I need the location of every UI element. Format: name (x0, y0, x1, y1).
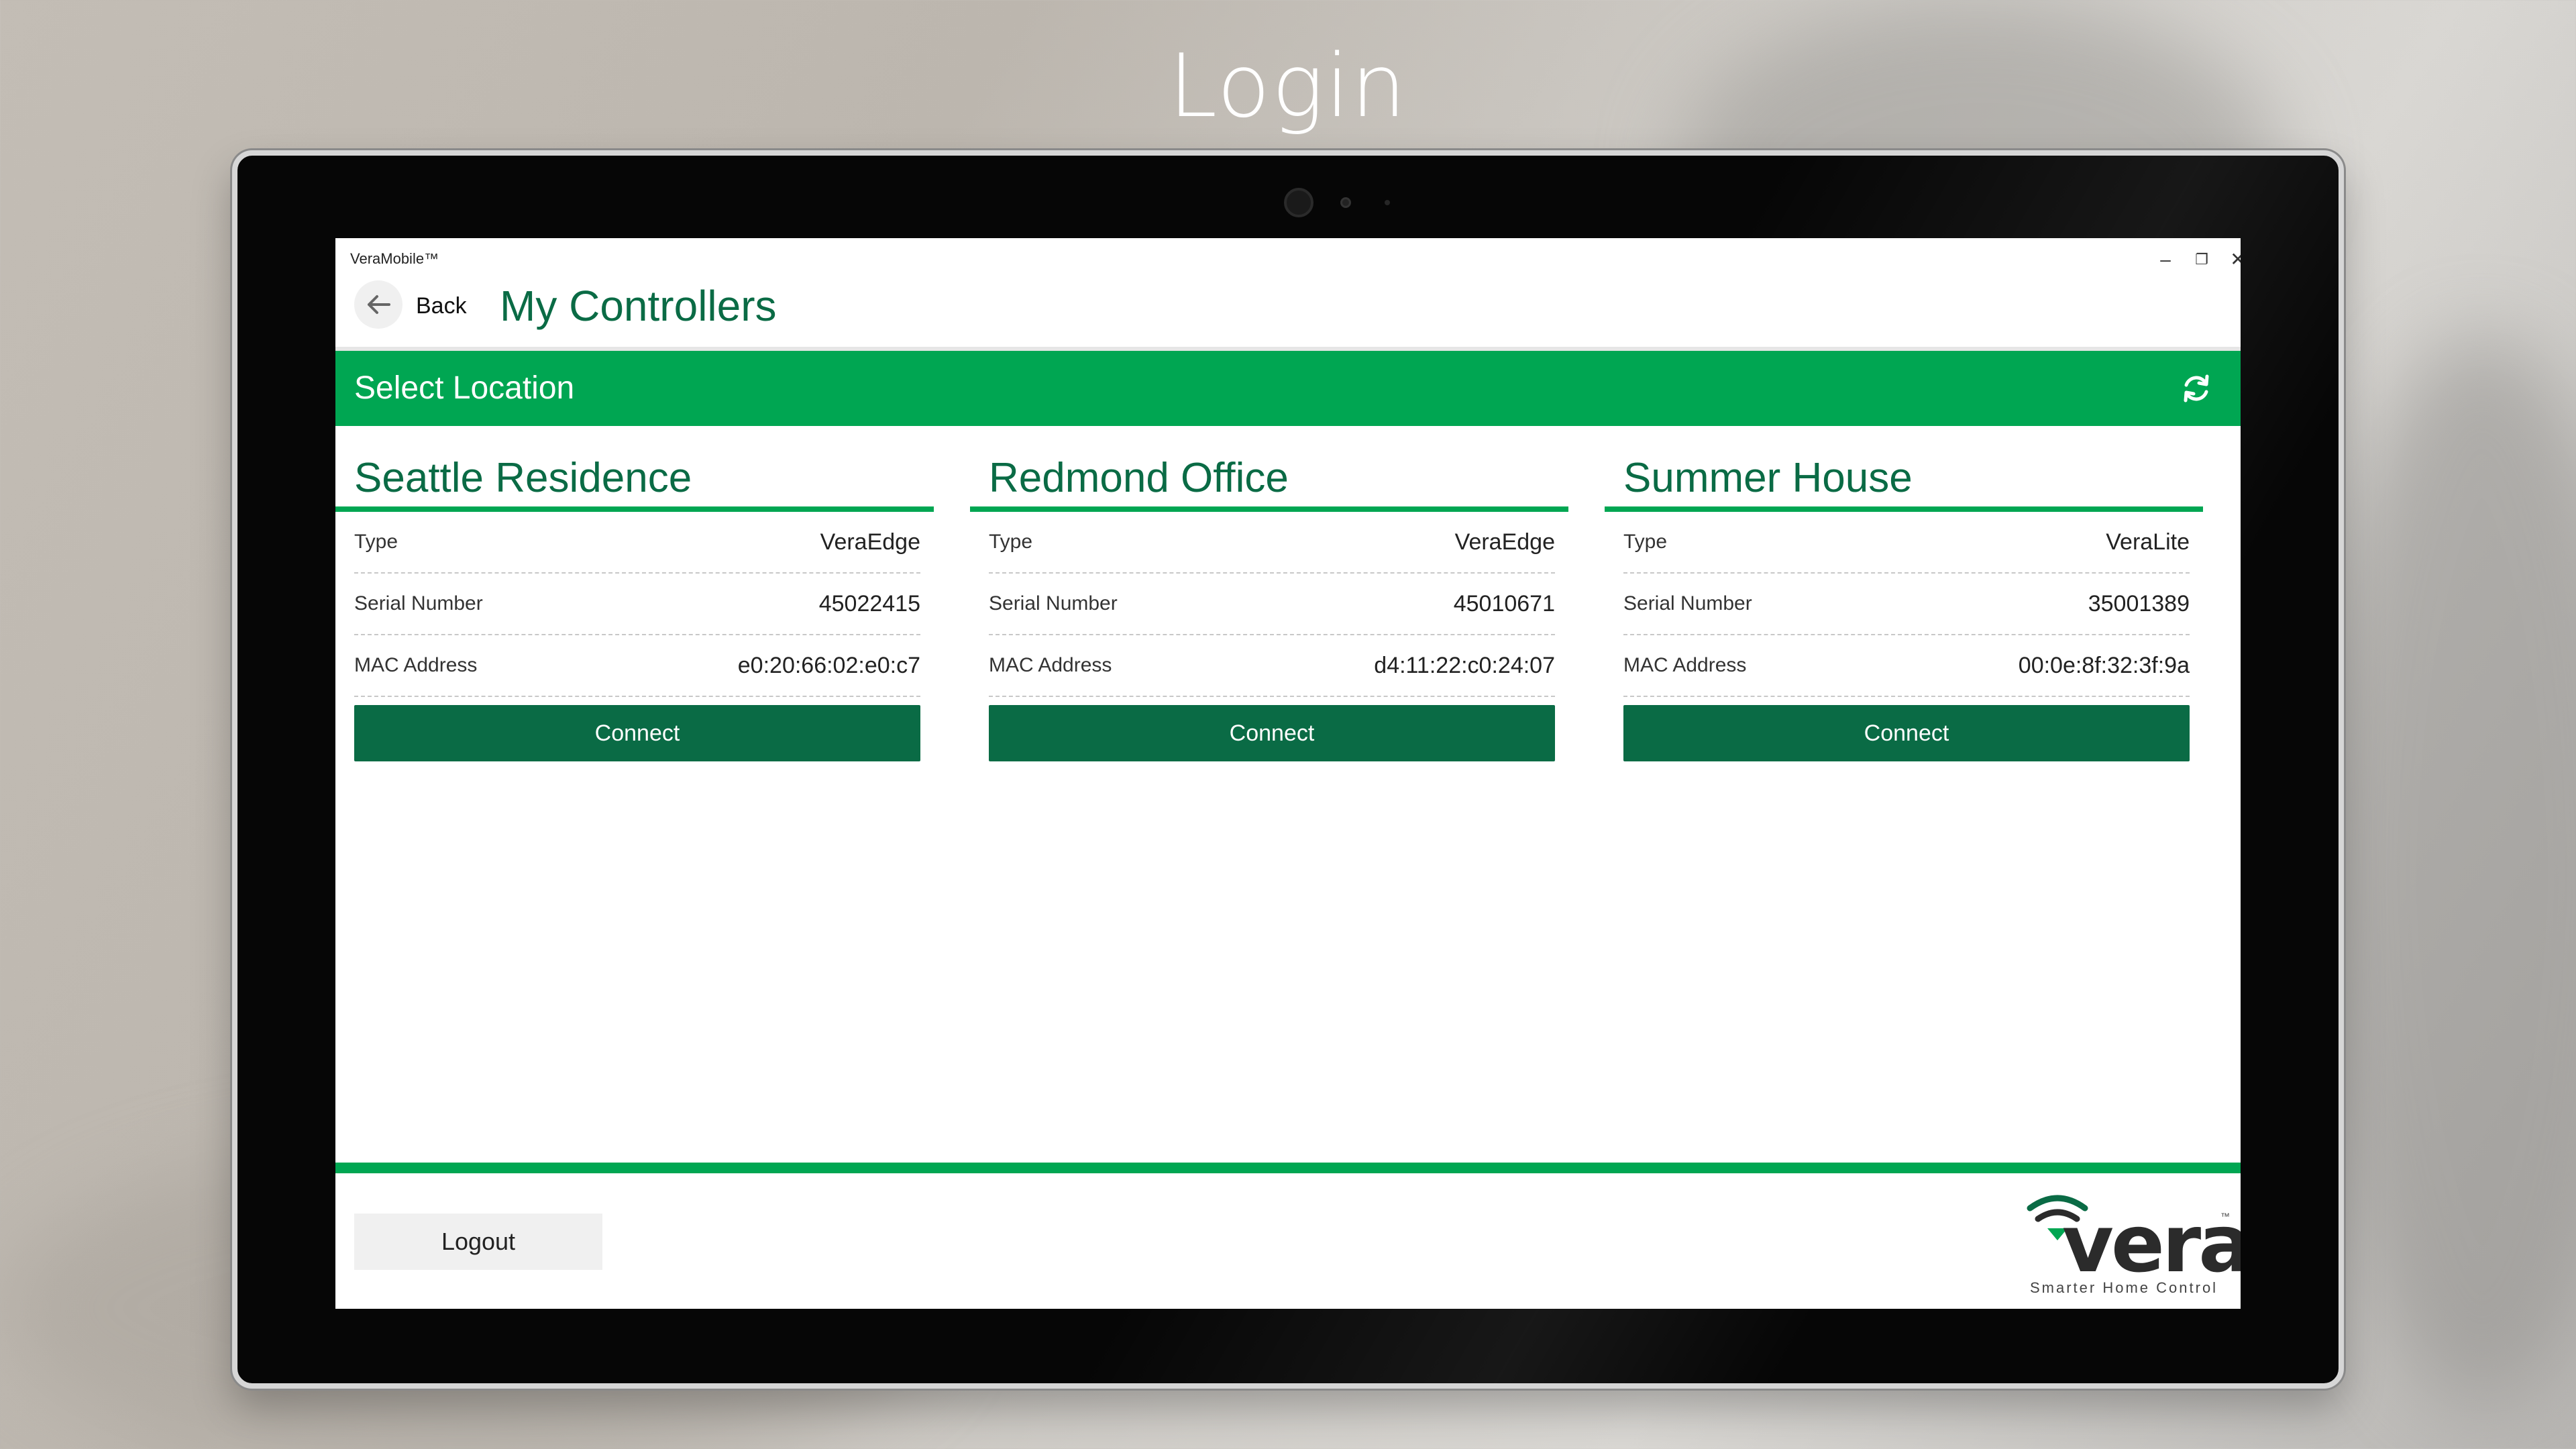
serial-label: Serial Number (354, 592, 483, 614)
page-title: My Controllers (500, 282, 777, 330)
app-window: VeraMobile™ – ❐ ✕ Back My Controllers Se… (335, 238, 2241, 1309)
serial-row: Serial Number 45010671 (989, 574, 1555, 635)
connect-button[interactable]: Connect (1623, 705, 2190, 761)
back-button[interactable] (354, 280, 402, 329)
type-row: Type VeraEdge (354, 512, 920, 574)
serial-row: Serial Number 35001389 (1623, 574, 2190, 635)
logout-button[interactable]: Logout (354, 1214, 602, 1270)
app-name: VeraMobile™ (350, 250, 439, 267)
mac-row: MAC Address e0:20:66:02:e0:c7 (354, 635, 920, 697)
arrow-left-icon (368, 295, 390, 314)
background-blur (2314, 335, 2576, 1409)
logo-trademark: ™ (2220, 1211, 2230, 1222)
serial-label: Serial Number (989, 592, 1118, 614)
serial-label: Serial Number (1623, 592, 1752, 614)
serial-row: Serial Number 45022415 (354, 574, 920, 635)
mac-value: 00:0e:8f:32:3f:9a (2018, 652, 2190, 678)
serial-value: 45022415 (818, 590, 920, 616)
controller-card: Redmond Office Type VeraEdge Serial Numb… (970, 451, 1568, 761)
location-bar: Select Location (335, 351, 2241, 426)
serial-value: 35001389 (2088, 590, 2190, 616)
refresh-icon[interactable] (2179, 371, 2214, 406)
serial-value: 45010671 (1453, 590, 1555, 616)
type-value: VeraEdge (820, 529, 920, 555)
mac-row: MAC Address 00:0e:8f:32:3f:9a (1623, 635, 2190, 697)
mac-label: MAC Address (989, 654, 1112, 676)
connect-button[interactable]: Connect (989, 705, 1555, 761)
type-row: Type VeraLite (1623, 512, 2190, 574)
mac-label: MAC Address (1623, 654, 1747, 676)
connect-button[interactable]: Connect (354, 705, 920, 761)
vera-logo: vera ™ Smarter Home Control (2021, 1191, 2241, 1298)
location-bar-title: Select Location (354, 370, 575, 406)
close-button[interactable]: ✕ (2218, 248, 2241, 272)
type-value: VeraEdge (1454, 529, 1555, 555)
mac-value: e0:20:66:02:e0:c7 (737, 652, 920, 678)
controller-name: Summer House (1623, 455, 1913, 501)
controller-card: Seattle Residence Type VeraEdge Serial N… (335, 451, 934, 761)
mac-label: MAC Address (354, 654, 478, 676)
minimize-button[interactable]: – (2145, 248, 2186, 272)
camera-light (1385, 200, 1390, 205)
footer-divider (335, 1163, 2241, 1173)
mac-value: d4:11:22:c0:24:07 (1374, 652, 1555, 678)
controller-name: Seattle Residence (354, 455, 692, 501)
logo-tagline: Smarter Home Control (2030, 1279, 2218, 1296)
camera-lens (1284, 188, 1313, 217)
card-underline (1605, 506, 2203, 512)
type-row: Type VeraEdge (989, 512, 1555, 574)
type-value: VeraLite (2106, 529, 2190, 555)
card-underline (335, 506, 934, 512)
controller-card: Summer House Type VeraLite Serial Number… (1605, 451, 2203, 761)
type-label: Type (989, 531, 1033, 553)
mac-row: MAC Address d4:11:22:c0:24:07 (989, 635, 1555, 697)
type-label: Type (1623, 531, 1668, 553)
controller-name: Redmond Office (989, 455, 1289, 501)
card-underline (970, 506, 1568, 512)
promo-title: Login (1168, 35, 1408, 137)
back-label[interactable]: Back (416, 293, 467, 319)
camera-sensor (1340, 197, 1351, 208)
restore-button[interactable]: ❐ (2182, 248, 2222, 272)
logo-wordmark: vera (2062, 1197, 2241, 1290)
type-label: Type (354, 531, 398, 553)
